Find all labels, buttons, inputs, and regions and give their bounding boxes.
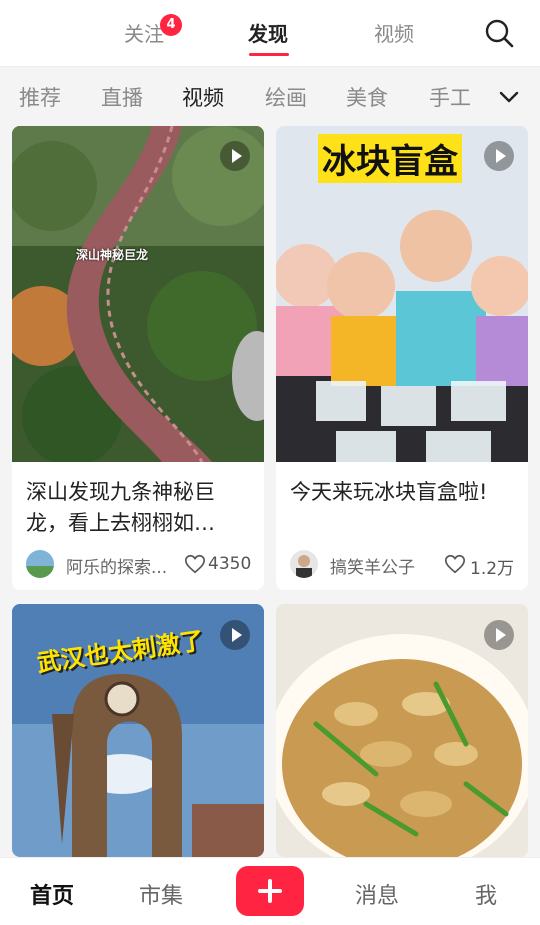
like-count: 4350 — [208, 554, 252, 574]
like-count: 1.2万 — [470, 559, 515, 579]
feed-card[interactable]: 武汉也太刺激了 — [12, 604, 264, 857]
nav-me[interactable]: 我 — [475, 878, 497, 910]
feed-card[interactable]: 冰块盲盒 今天来玩冰块盲盒啦! 搞笑羊公子 1.2万 — [276, 126, 528, 590]
top-bar: 关注 4 发现 视频 — [0, 0, 540, 67]
author-name[interactable]: 搞笑羊公子 — [330, 553, 415, 578]
tab-video[interactable]: 视频 — [374, 18, 414, 47]
category-live[interactable]: 直播 — [101, 82, 143, 112]
category-painting[interactable]: 绘画 — [265, 82, 307, 112]
author-name[interactable]: 阿乐的探索... — [66, 553, 174, 578]
video-play-icon — [484, 620, 514, 650]
video-play-icon — [220, 620, 250, 650]
video-play-icon — [220, 141, 250, 171]
follow-badge: 4 — [160, 14, 182, 36]
thumbnail-caption: 深山神秘巨龙 — [76, 248, 149, 262]
feed-card[interactable]: 深山神秘巨龙 深山发现九条神秘巨龙，看上去栩栩如… 阿乐的探索... 4350 — [12, 126, 264, 590]
thumbnail-dragon — [12, 126, 264, 462]
category-handcraft[interactable]: 手工 — [429, 82, 471, 112]
category-video[interactable]: 视频 — [182, 82, 224, 112]
nav-market[interactable]: 市集 — [139, 878, 183, 910]
thumbnail-caption: 冰块盲盒 — [318, 134, 462, 183]
card-title[interactable]: 深山发现九条神秘巨龙，看上去栩栩如… — [26, 477, 250, 539]
chevron-down-icon[interactable] — [494, 82, 524, 112]
heart-icon[interactable] — [184, 553, 206, 575]
feed-card[interactable] — [276, 604, 528, 857]
category-recommend[interactable]: 推荐 — [19, 82, 61, 112]
create-post-button[interactable] — [236, 866, 304, 916]
tab-discover[interactable]: 发现 — [248, 18, 288, 47]
active-tab-indicator — [249, 53, 289, 56]
category-food[interactable]: 美食 — [346, 82, 388, 112]
nav-messages[interactable]: 消息 — [355, 878, 399, 910]
tab-follow[interactable]: 关注 — [124, 18, 164, 47]
avatar[interactable] — [26, 550, 54, 578]
search-icon[interactable] — [484, 18, 514, 48]
video-play-icon — [484, 141, 514, 171]
nav-home[interactable]: 首页 — [30, 878, 74, 910]
card-title[interactable]: 今天来玩冰块盲盒啦! — [290, 477, 514, 539]
category-bar: 推荐 直播 视频 绘画 美食 手工 — [0, 67, 540, 125]
heart-icon[interactable] — [444, 553, 466, 575]
avatar[interactable] — [290, 550, 318, 578]
